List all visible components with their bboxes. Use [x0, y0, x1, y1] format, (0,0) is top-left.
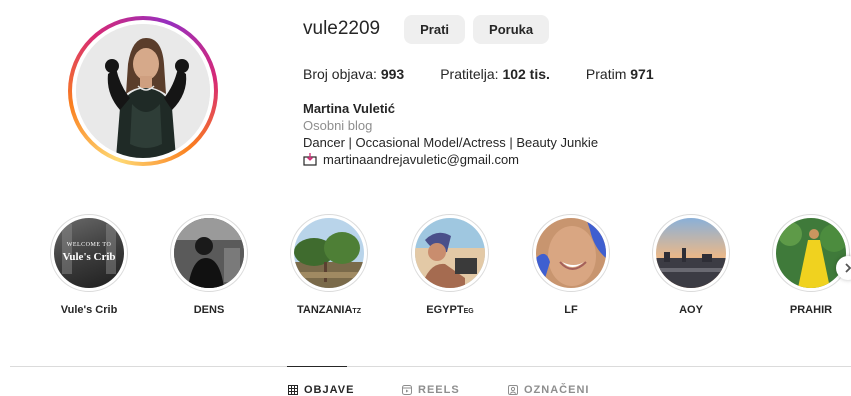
tab-active-indicator [287, 366, 347, 367]
story-highlights: WELCOME TO Vule's Crib Vule's Crib DENS [49, 214, 851, 324]
aoy-cover-art [656, 218, 726, 288]
highlight-label-text: TANZANIA [297, 304, 353, 316]
followers-count[interactable]: Pratitelja: 102 tis. [440, 66, 550, 82]
bio-description: Dancer | Occasional Model/Actress | Beau… [303, 135, 599, 150]
highlight-egypt[interactable]: EGYPTEG [410, 214, 490, 316]
highlight-ring [652, 214, 730, 292]
highlight-ring: WELCOME TO Vule's Crib [50, 214, 128, 292]
bio-email[interactable]: martinaandrejavuletic@gmail.com [323, 151, 519, 168]
tagged-icon [508, 385, 518, 395]
highlight-label: PRAHIR [790, 304, 832, 316]
tab-tagged-label: OZNAČENI [524, 384, 590, 396]
dens-cover-art [174, 218, 244, 288]
highlight-ring [170, 214, 248, 292]
highlight-label: Vule's Crib [61, 304, 118, 316]
tab-reels-label: REELS [418, 384, 460, 396]
posts-count: Broj objava: 993 [303, 66, 404, 82]
inbox-icon [303, 153, 317, 166]
message-button[interactable]: Poruka [473, 14, 550, 44]
highlight-label-text: LF [564, 304, 578, 316]
posts-value: 993 [380, 66, 405, 82]
grid-icon [288, 385, 298, 395]
crib-cover-subtitle: WELCOME TO [66, 242, 112, 248]
face-cover-icon [536, 218, 606, 288]
bio-email-row: martinaandrejavuletic@gmail.com [303, 151, 823, 168]
tab-posts[interactable]: OBJAVE [288, 384, 354, 396]
sunset-city-cover-icon [656, 218, 726, 288]
highlight-tanzania[interactable]: TANZANIATZ [289, 214, 369, 316]
highlight-label-text: AOY [679, 304, 703, 316]
highlight-label-text: EGYPT [426, 304, 464, 316]
chevron-right-icon [845, 263, 851, 273]
avatar-portrait [76, 24, 210, 158]
tab-posts-label: OBJAVE [304, 384, 355, 396]
highlight-aoy[interactable]: AOY [651, 214, 731, 316]
highlight-label: EGYPTEG [426, 304, 473, 316]
tanzania-cover-art [294, 218, 364, 288]
highlight-ring [532, 214, 610, 292]
profile-stats: Broj objava: 993 Pratitelja: 102 tis. Pr… [303, 66, 823, 82]
following-label: Pratim [585, 66, 627, 82]
highlight-ring [411, 214, 489, 292]
yellow-dress-cover-icon [776, 218, 846, 288]
highlight-label-text: DENS [193, 304, 225, 316]
followers-value: 102 tis. [502, 66, 550, 82]
avatar-border [72, 20, 214, 162]
highlight-label-flag: TZ [352, 308, 361, 315]
profile-bio: Martina Vuletić Osobni blog Dancer | Occ… [303, 100, 823, 168]
bio-full-name: Martina Vuletić [303, 101, 395, 116]
bio-category: Osobni blog [303, 118, 373, 133]
dens-cover-icon [174, 218, 244, 288]
palm-trees-cover-icon [294, 218, 364, 288]
profile-avatar-ring[interactable] [68, 16, 218, 166]
following-value: 971 [630, 66, 654, 82]
profile-username: vule2209 [303, 18, 381, 39]
highlight-label: AOY [679, 304, 703, 316]
highlight-label-text: Vule's Crib [60, 304, 118, 316]
profile-info: vule2209 Prati Poruka Broj objava: 993 P… [303, 14, 823, 168]
highlight-label-text: PRAHIR [789, 304, 833, 316]
highlight-label: TANZANIATZ [297, 304, 361, 316]
highlight-ring [772, 214, 850, 292]
lf-cover-art [536, 218, 606, 288]
highlight-ring [290, 214, 368, 292]
posts-label: Broj objava: [303, 66, 377, 82]
highlight-vules-crib[interactable]: WELCOME TO Vule's Crib Vule's Crib [49, 214, 129, 316]
highlight-dens[interactable]: DENS [169, 214, 249, 316]
profile-avatar [76, 24, 210, 158]
tab-tagged[interactable]: OZNAČENI [508, 384, 589, 396]
following-count[interactable]: Pratim 971 [586, 66, 654, 82]
egypt-cover-art [415, 218, 485, 288]
followers-label: Pratitelja: [440, 66, 499, 82]
tabs-divider [10, 366, 851, 367]
crib-cover-icon: WELCOME TO Vule's Crib [54, 218, 124, 288]
highlight-label: DENS [194, 304, 225, 316]
follow-button[interactable]: Prati [404, 14, 466, 44]
crib-cover-title: Vule's Crib [62, 251, 116, 263]
highlight-label: LF [564, 304, 577, 316]
prahir-cover-art [776, 218, 846, 288]
tab-reels[interactable]: REELS [402, 384, 460, 396]
beach-cover-icon [415, 218, 485, 288]
highlight-label-flag: EG [463, 308, 474, 315]
reels-icon [402, 385, 412, 395]
profile-header-row: vule2209 Prati Poruka [303, 14, 823, 44]
highlight-lf[interactable]: LF [531, 214, 611, 316]
